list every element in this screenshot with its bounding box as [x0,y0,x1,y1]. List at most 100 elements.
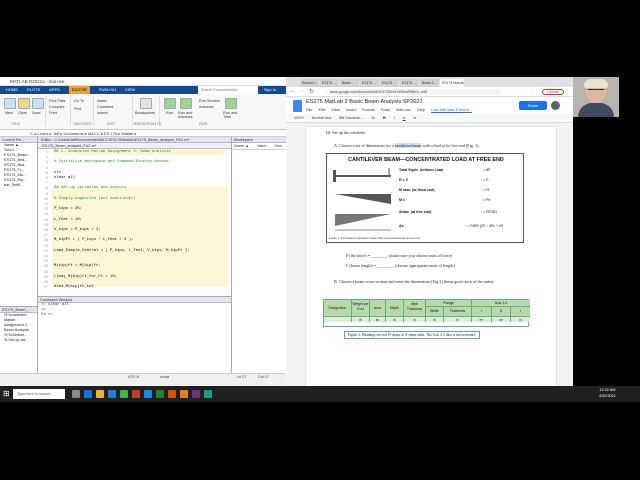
folder-item[interactable]: bar_Settli... [0,183,37,188]
code-line[interactable]: V_kips = P_kips / 2; [54,228,101,232]
document-page[interactable]: III. Set up the variables A. Choose a se… [306,127,556,386]
tab-apps[interactable]: APPS [49,86,60,94]
find-files-button[interactable]: Find Files [49,99,65,103]
tab-view[interactable]: VIEW [125,86,135,94]
open-button[interactable] [18,98,30,109]
code-line[interactable]: L(mm)_M(kip)ft_for_Ft = 10; [54,275,117,279]
doc-title[interactable]: ES175 MatLab 2 Basic Beam Analysis SP202… [306,99,423,105]
menu-file[interactable]: File [306,107,312,112]
indent-button[interactable]: Indent [97,111,108,115]
code-line[interactable]: Load_Simple_Central = [ P_kips, L_feet, … [54,249,189,253]
go-to-button[interactable]: Go To [74,99,84,103]
teams-icon[interactable] [192,390,200,398]
code-line[interactable]: % Initialize Workspace and Command/Displ… [54,160,168,164]
edge-icon[interactable] [84,390,92,398]
line-number: 12 [44,207,48,212]
advance-button[interactable]: Advance [199,105,214,109]
menu-edit[interactable]: Edit [318,107,325,112]
command-window[interactable]: Command Window >> clear all >> fx >> [38,296,231,373]
current-path-bar[interactable]: C: ▸ Users ▸ Jeff ▸ Documents ▸ MACC ▸ E… [0,130,286,137]
ws-col-name[interactable]: Name ▲ [234,143,249,149]
tab-home[interactable]: HOME [6,86,18,94]
tab-editor[interactable]: EDITOR [68,86,90,94]
browser-tab[interactable]: ES175 ... [320,79,339,87]
system-clock[interactable]: 12:22 AM 4/30/2021 [599,388,616,399]
menu-help[interactable]: Help [417,107,425,112]
code-line[interactable]: % Simply-supported (not cantilever) [54,197,136,201]
browser-tab[interactable]: ES175 ... [360,79,379,87]
last-edit-link[interactable]: Last edit was 5 minut... [431,107,472,112]
reload-icon[interactable]: ↻ [309,88,314,95]
run-time-button[interactable] [225,98,237,109]
find-button[interactable]: Find [74,107,81,111]
code-line[interactable]: L_feet = 10; [54,218,82,222]
avatar[interactable] [551,101,560,110]
code-line[interactable]: M_kipFt = ( P_kips * L_feet / 4 ); [54,238,133,242]
run-button[interactable] [164,98,176,109]
table-unit: in [404,316,426,322]
browser-tab[interactable]: Beam C... [420,79,439,87]
command-prompt[interactable]: fx >> [38,313,231,318]
ws-col-value[interactable]: Value [257,143,266,149]
code-line[interactable]: %% 2. Scheduled Matlab Assignment 2: Bea… [54,150,171,154]
save-button[interactable] [32,98,44,109]
bold-button[interactable]: B [383,114,386,122]
file-explorer-icon[interactable] [96,390,104,398]
sign-in-link[interactable]: Sign In [264,86,276,94]
update-button[interactable]: Update [542,89,564,95]
text-color-button[interactable]: A [414,114,417,122]
code-line[interactable]: %% Set up variables and vectors [54,186,126,190]
tab-plots[interactable]: PLOTS [27,86,40,94]
code-line[interactable]: clear all [54,176,75,180]
document-canvas[interactable]: III. Set up the variables A. Choose a se… [286,123,573,386]
menu-view[interactable]: View [331,107,340,112]
url-input[interactable]: docs.google.com/document/d/1t7LTMlJJoYkB… [326,89,501,95]
menu-format[interactable]: Format [362,107,375,112]
run-section-button[interactable]: Run Section [199,99,220,103]
ws-col-size[interactable]: Size [274,143,281,149]
office-icon[interactable] [132,390,140,398]
browser-tab[interactable]: Beam ... [340,79,359,87]
code-line[interactable]: clc [54,171,61,175]
code-line[interactable]: P_kips = 25; [54,207,82,211]
browser-tab-active[interactable]: ES175 MatLab 2... [440,79,464,87]
menu-tools[interactable]: Tools [381,107,390,112]
search-docs-input[interactable]: Search Documentation [198,86,258,94]
task-view-icon[interactable] [72,390,80,398]
word-icon[interactable] [144,390,152,398]
underline-button[interactable]: U [403,114,406,122]
browser-tab[interactable]: ES175 ... [400,79,419,87]
browser-tab[interactable]: ES175 ... [380,79,399,87]
code-line[interactable]: Area_M(kip)ft_in2 [54,285,94,289]
font-size-select[interactable]: 11 [371,114,375,122]
share-button[interactable]: Share [519,101,547,110]
menu-insert[interactable]: Insert [346,107,356,112]
font-select[interactable]: Bill Gardens... [339,114,363,122]
docs-logo-icon[interactable] [293,100,302,112]
code-area[interactable]: 1 %% 2. Scheduled Matlab Assignment 2: Be… [38,149,231,296]
tab-publish[interactable]: PUBLISH [99,86,116,94]
start-icon[interactable]: ⊞ [3,389,10,398]
taskbar-search-input[interactable]: Type here to search [13,389,65,399]
style-select[interactable]: Normal text [312,114,331,122]
code-line[interactable]: M(kip)ft = M(kip)ft; [54,264,101,268]
new-button[interactable] [4,98,16,109]
italic-button[interactable]: I [394,114,395,122]
back-icon[interactable]: ← [290,88,296,94]
menu-addons[interactable]: Add-ons [396,107,411,112]
print-button[interactable]: Print [49,111,57,115]
run-advance-button[interactable] [180,98,192,109]
insert-button[interactable]: Insert [97,99,107,103]
chrome-icon[interactable] [120,390,128,398]
powerpoint-icon[interactable] [168,390,176,398]
forward-icon[interactable]: → [299,88,305,94]
mail-icon[interactable] [108,390,116,398]
browser-tab[interactable]: Search t... [300,79,319,87]
comment-button[interactable]: Comment [97,105,113,109]
compare-button[interactable]: Compare [49,105,65,109]
app-icon[interactable] [204,390,212,398]
excel-icon[interactable] [156,390,164,398]
breakpoints-button[interactable] [140,98,152,109]
zoom-select[interactable]: 100% [294,114,304,122]
matlab-icon[interactable] [180,390,188,398]
